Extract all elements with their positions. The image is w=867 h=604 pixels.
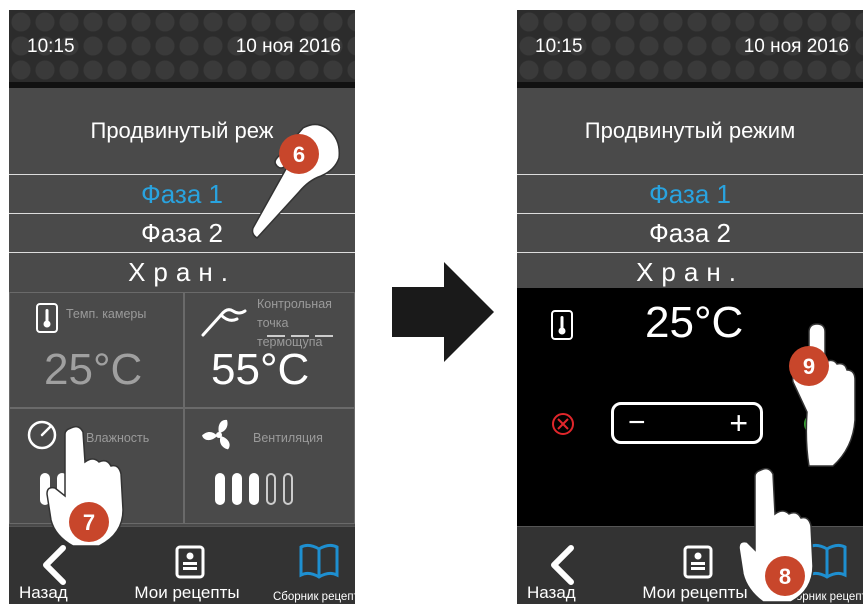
level-segment [232, 473, 242, 505]
thermometer-icon [551, 310, 573, 340]
level-segment [283, 473, 293, 505]
svg-text:6: 6 [293, 142, 305, 167]
chevron-left-icon [551, 545, 574, 585]
probe-dashes [267, 335, 333, 337]
level-segment [249, 473, 259, 505]
pointing-hand-icon-6: 6 [251, 123, 341, 239]
svg-text:9: 9 [803, 354, 815, 379]
right-screen: 10:15 10 ноя 2016 Продвинутый режим Фаза… [517, 10, 863, 604]
my-recipes-label: Мои рецепты [134, 583, 240, 602]
chevron-left-icon [43, 545, 66, 585]
status-bar: 10:15 10 ноя 2016 [9, 10, 355, 82]
ventilation-cell[interactable]: Вентиляция [184, 408, 355, 524]
hold-phase-button[interactable]: Хран. [9, 252, 355, 291]
decrement-button[interactable]: − [628, 405, 646, 441]
probe-temp-cell[interactable]: Контрольная точка термощупа 55°C [184, 292, 355, 408]
svg-text:8: 8 [779, 564, 791, 589]
thermometer-icon [36, 303, 58, 333]
probe-icon [201, 308, 247, 337]
increment-button[interactable]: + [729, 405, 748, 441]
setpoint-value: 25°C [645, 298, 744, 347]
chamber-temp-cell[interactable]: Темп. камеры 25°C [9, 292, 184, 408]
level-segment [215, 473, 225, 505]
recipe-card-icon [175, 545, 205, 579]
recipe-card-icon [683, 545, 713, 579]
clock-time: 10:15 [535, 36, 583, 57]
cancel-icon[interactable] [551, 412, 575, 436]
pointing-hand-icon-7: 7 [46, 425, 124, 547]
left-screen: 10:15 10 ноя 2016 Продвинутый реж Фаза 1… [9, 10, 355, 604]
back-label: Назад [19, 583, 68, 602]
clock-date: 10 ноя 2016 [743, 36, 849, 57]
phase-1-button[interactable]: Фаза 1 [517, 174, 863, 213]
back-button[interactable]: Назад [9, 541, 89, 603]
probe-temp-label: Контрольная точка термощупа [257, 297, 332, 349]
svg-text:7: 7 [83, 510, 95, 535]
chamber-temp-value: 25°C [44, 345, 143, 394]
collection-label: Сборник рецептов [273, 591, 355, 603]
ventilation-level-bars [215, 473, 293, 505]
clock-time: 10:15 [27, 36, 75, 57]
fan-icon [202, 419, 230, 450]
pointing-hand-icon-9: 9 [789, 323, 856, 467]
pointing-hand-icon-8: 8 [738, 467, 814, 603]
recipe-collection-button[interactable]: Сборник рецептов [273, 541, 355, 603]
my-recipes-button[interactable]: Мои рецепты [127, 541, 247, 603]
arrow-right-icon [392, 262, 494, 362]
back-button[interactable]: Назад [517, 541, 597, 603]
book-icon [299, 543, 339, 579]
hold-phase-button[interactable]: Хран. [517, 252, 863, 291]
phase-2-button[interactable]: Фаза 2 [517, 213, 863, 252]
level-segment [266, 473, 276, 505]
ventilation-label: Вентиляция [253, 431, 323, 445]
chamber-temp-label: Темп. камеры [66, 307, 147, 321]
mode-title: Продвинутый режим [584, 118, 796, 143]
probe-temp-value: 55°C [211, 345, 310, 394]
clock-date: 10 ноя 2016 [235, 36, 341, 57]
back-label: Назад [527, 583, 576, 602]
value-stepper[interactable]: − + [611, 402, 763, 444]
status-bar: 10:15 10 ноя 2016 [517, 10, 863, 82]
